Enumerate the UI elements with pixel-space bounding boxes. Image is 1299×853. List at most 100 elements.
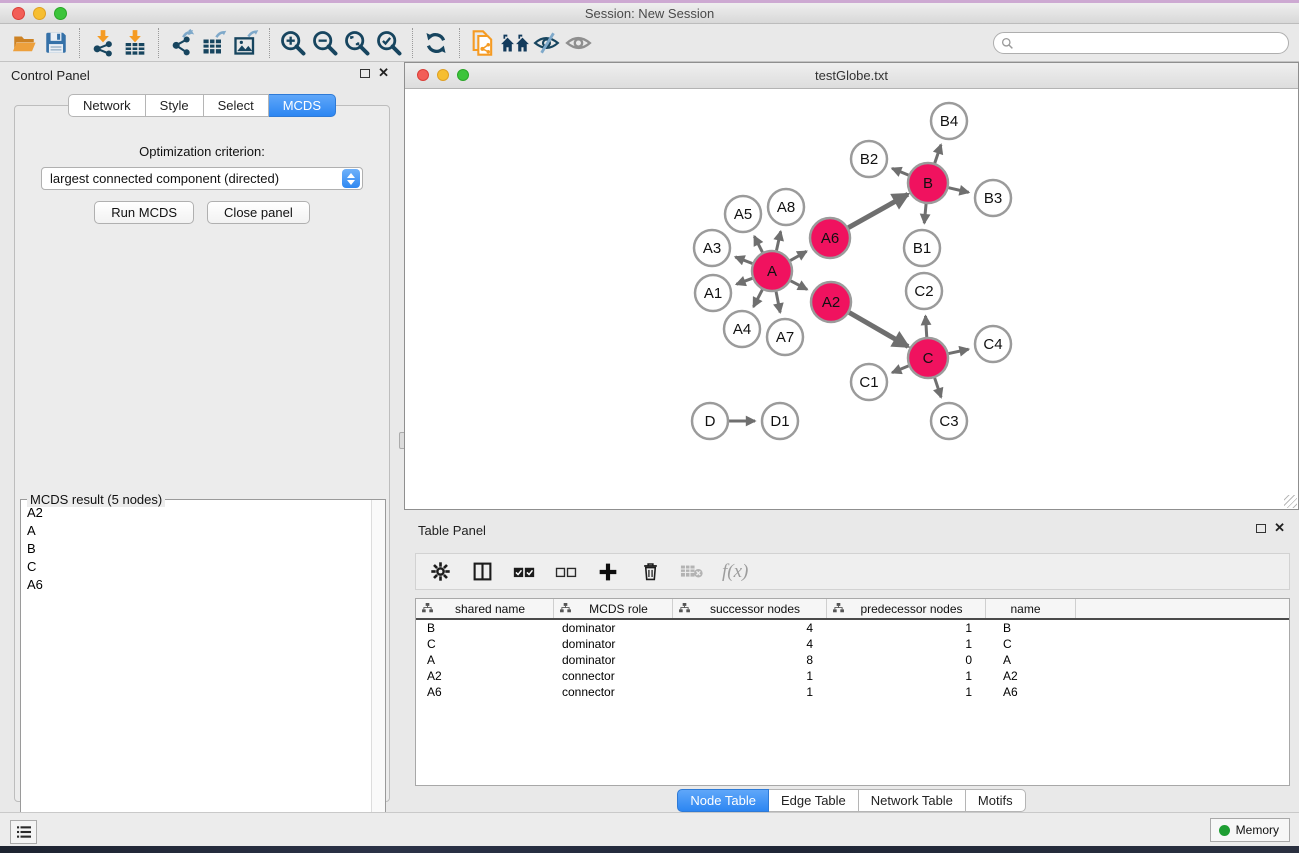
tab-network[interactable]: Network: [68, 94, 146, 117]
result-item[interactable]: A6: [22, 575, 370, 593]
zoom-fit-icon[interactable]: [341, 27, 373, 59]
node-B4[interactable]: B4: [931, 103, 967, 139]
task-history-button[interactable]: [10, 820, 37, 844]
edge-A-A7[interactable]: [776, 292, 780, 313]
table-cell[interactable]: A2: [416, 669, 554, 683]
import-network-icon[interactable]: [87, 27, 119, 59]
node-C2[interactable]: C2: [906, 273, 942, 309]
close-panel-icon[interactable]: ✕: [378, 68, 389, 78]
table-cell[interactable]: C: [416, 637, 554, 651]
window-resize-grip[interactable]: [1284, 495, 1297, 508]
zoom-out-icon[interactable]: [309, 27, 341, 59]
table-cell[interactable]: 8: [673, 653, 827, 667]
tab-style[interactable]: Style: [146, 94, 204, 117]
column-header-name[interactable]: name: [986, 599, 1076, 618]
table-row[interactable]: Bdominator41B: [416, 620, 1289, 636]
result-item[interactable]: B: [22, 539, 370, 557]
tab-motifs[interactable]: Motifs: [966, 789, 1026, 812]
search-input[interactable]: [1018, 34, 1288, 52]
result-item[interactable]: A: [22, 521, 370, 539]
zoom-selected-icon[interactable]: [373, 27, 405, 59]
column-header-shared-name[interactable]: shared name: [416, 599, 554, 618]
edge-A6-B[interactable]: [848, 194, 908, 227]
add-column-icon[interactable]: [596, 560, 620, 584]
edge-A-A1[interactable]: [736, 278, 752, 284]
show-view-icon[interactable]: [563, 27, 595, 59]
tab-edge-table[interactable]: Edge Table: [769, 789, 859, 812]
node-C[interactable]: C: [908, 338, 948, 378]
table-cell[interactable]: 1: [673, 669, 827, 683]
edge-A-A8[interactable]: [776, 231, 780, 250]
table-cell[interactable]: connector: [554, 685, 673, 699]
table-cell[interactable]: 1: [827, 685, 986, 699]
tab-node-table[interactable]: Node Table: [677, 789, 769, 812]
table-cell[interactable]: A: [416, 653, 554, 667]
edge-B-B1[interactable]: [924, 204, 926, 223]
table-cell[interactable]: dominator: [554, 637, 673, 651]
node-C1[interactable]: C1: [851, 364, 887, 400]
memory-button[interactable]: Memory: [1210, 818, 1290, 842]
table-row[interactable]: Adominator80A: [416, 652, 1289, 668]
network-canvas[interactable]: B4B2BB3A5A8A6A3B1AA1C2A2A4A7CC4C1C3DD1: [405, 89, 1298, 509]
edge-A-A4[interactable]: [753, 290, 762, 307]
table-settings-icon[interactable]: [428, 560, 452, 584]
show-columns-icon[interactable]: [470, 560, 494, 584]
node-B[interactable]: B: [908, 163, 948, 203]
node-A4[interactable]: A4: [724, 311, 760, 347]
result-scrollbar[interactable]: [371, 500, 385, 838]
edge-A-A2[interactable]: [791, 281, 808, 290]
node-C4[interactable]: C4: [975, 326, 1011, 362]
table-cell[interactable]: B: [986, 621, 1076, 635]
hide-panels-icon[interactable]: [531, 27, 563, 59]
table-cell[interactable]: A: [986, 653, 1076, 667]
edge-C-C4[interactable]: [949, 349, 969, 353]
column-header-successor-nodes[interactable]: successor nodes: [673, 599, 827, 618]
table-cell[interactable]: 4: [673, 621, 827, 635]
close-panel-button[interactable]: Close panel: [207, 201, 310, 224]
close-table-panel-icon[interactable]: ✕: [1274, 523, 1285, 533]
node-C3[interactable]: C3: [931, 403, 967, 439]
table-cell[interactable]: connector: [554, 669, 673, 683]
edge-A2-C[interactable]: [849, 312, 908, 346]
float-panel-icon[interactable]: [360, 69, 370, 78]
table-cell[interactable]: A6: [416, 685, 554, 699]
table-cell[interactable]: dominator: [554, 621, 673, 635]
table-row[interactable]: A2connector11A2: [416, 668, 1289, 684]
edge-B-B3[interactable]: [948, 188, 968, 193]
table-cell[interactable]: 0: [827, 653, 986, 667]
refresh-view-icon[interactable]: [420, 27, 452, 59]
tab-mcds[interactable]: MCDS: [269, 94, 336, 117]
table-row[interactable]: A6connector11A6: [416, 684, 1289, 700]
column-header-predecessor-nodes[interactable]: predecessor nodes: [827, 599, 986, 618]
table-cell[interactable]: 1: [827, 637, 986, 651]
table-cell[interactable]: B: [416, 621, 554, 635]
node-A[interactable]: A: [752, 251, 792, 291]
delete-column-icon[interactable]: [638, 560, 662, 584]
optimization-criterion-dropdown[interactable]: largest connected component (directed): [41, 167, 363, 190]
edge-A-A5[interactable]: [754, 236, 762, 252]
tab-select[interactable]: Select: [204, 94, 269, 117]
table-cell[interactable]: 1: [827, 669, 986, 683]
edge-C-C2[interactable]: [925, 316, 926, 337]
show-all-panels-icon[interactable]: [499, 27, 531, 59]
delete-table-icon[interactable]: [680, 560, 704, 584]
open-session-icon[interactable]: [8, 27, 40, 59]
import-table-icon[interactable]: [119, 27, 151, 59]
table-cell[interactable]: 4: [673, 637, 827, 651]
float-table-panel-icon[interactable]: [1256, 524, 1266, 533]
node-A8[interactable]: A8: [768, 189, 804, 225]
table-cell[interactable]: dominator: [554, 653, 673, 667]
node-A5[interactable]: A5: [725, 196, 761, 232]
tab-network-table[interactable]: Network Table: [859, 789, 966, 812]
node-D1[interactable]: D1: [762, 403, 798, 439]
export-image-icon[interactable]: [230, 27, 262, 59]
function-builder-icon[interactable]: f(x): [722, 561, 748, 583]
node-A6[interactable]: A6: [810, 218, 850, 258]
edge-C-C3[interactable]: [935, 378, 941, 397]
node-B2[interactable]: B2: [851, 141, 887, 177]
node-D[interactable]: D: [692, 403, 728, 439]
result-item[interactable]: C: [22, 557, 370, 575]
table-cell[interactable]: C: [986, 637, 1076, 651]
node-B3[interactable]: B3: [975, 180, 1011, 216]
edge-C-C1[interactable]: [892, 366, 908, 373]
